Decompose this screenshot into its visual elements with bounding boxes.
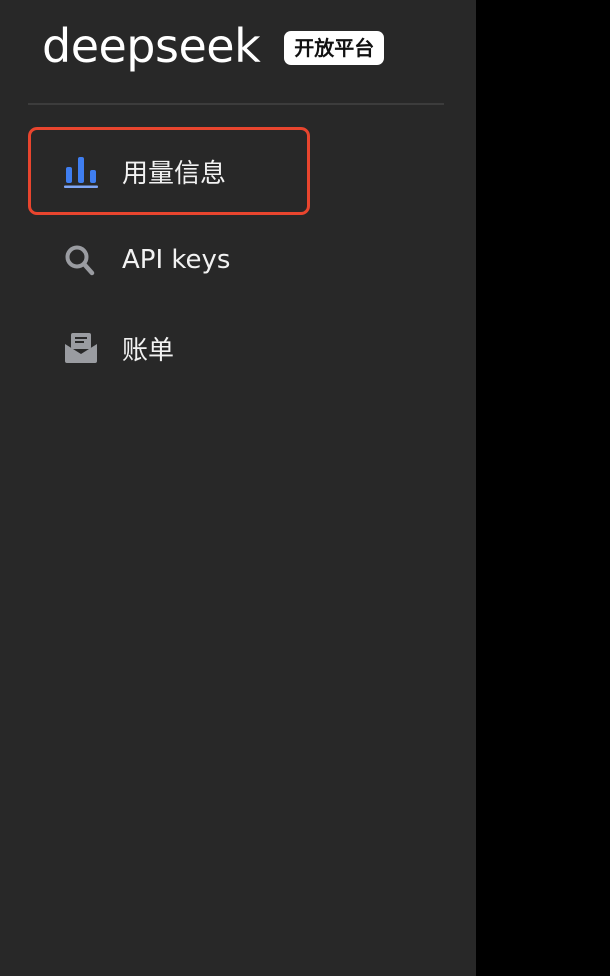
sidebar-item-label: 用量信息 — [122, 158, 227, 189]
key-search-icon — [62, 243, 100, 277]
sidebar-item-billing[interactable]: 账单 — [28, 304, 310, 392]
deepseek-logo[interactable]: deepseek — [42, 23, 261, 69]
bar-chart-icon — [62, 154, 100, 188]
sidebar-item-usage[interactable]: 用量信息 — [28, 127, 310, 215]
sidebar-item-api-keys[interactable]: API keys — [28, 216, 310, 304]
divider — [28, 103, 444, 105]
sidebar-item-label: 账单 — [122, 335, 175, 366]
sidebar-item-label: API keys — [122, 245, 231, 275]
mail-inbox-icon — [62, 331, 100, 365]
platform-badge: 开放平台 — [284, 31, 385, 65]
sidebar: deepseek 开放平台 用量信息 API keys 账单 — [0, 0, 476, 976]
brand: deepseek 开放平台 — [42, 18, 385, 78]
